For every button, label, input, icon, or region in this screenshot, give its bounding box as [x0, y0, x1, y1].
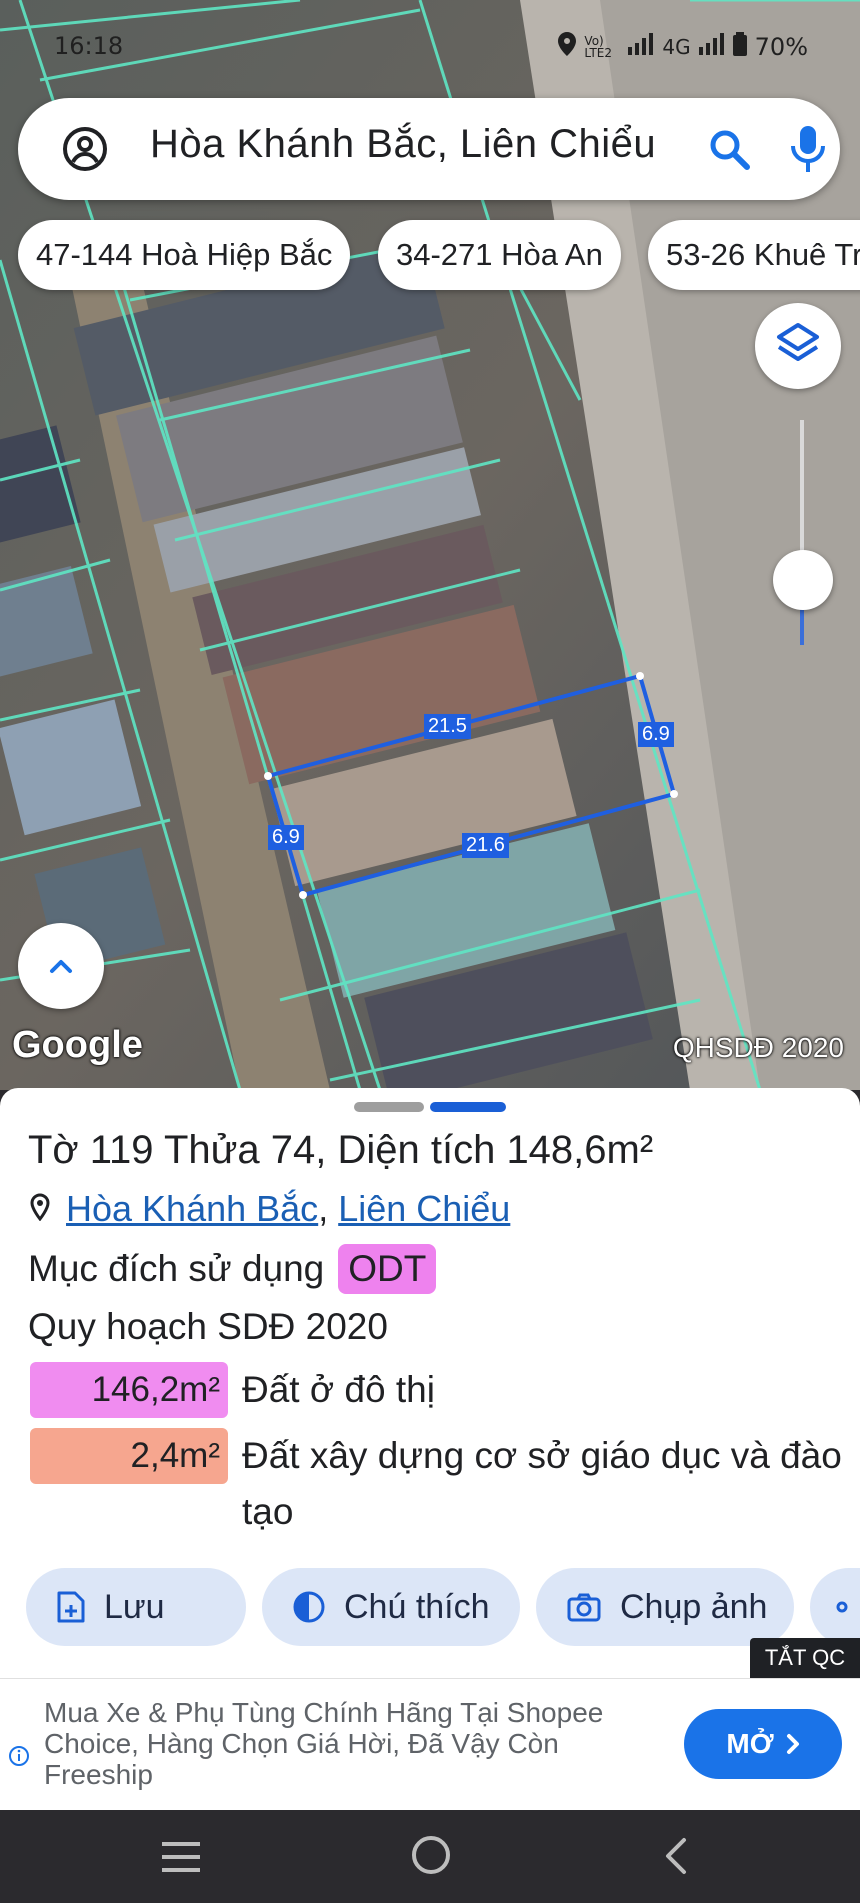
legend-button[interactable]: Chú thích: [262, 1568, 520, 1646]
signal-icon-2: [698, 33, 725, 61]
purpose-badge: ODT: [338, 1244, 437, 1294]
map-attribution: QHSDĐ 2020: [672, 1032, 844, 1063]
legend-label: Chú thích: [344, 1587, 490, 1626]
microphone-icon[interactable]: [788, 124, 828, 174]
account-icon[interactable]: [62, 126, 108, 172]
ad-banner[interactable]: Mua Xe & Phụ Tùng Chính Hãng Tại Shopee …: [0, 1678, 860, 1811]
info-icon[interactable]: [8, 1745, 30, 1767]
expand-button[interactable]: [18, 923, 104, 1009]
area-badge-1: 146,2m²: [30, 1362, 228, 1418]
capture-label: Chụp ảnh: [620, 1587, 768, 1626]
chevron-up-icon: [50, 960, 72, 973]
save-button[interactable]: Lưu: [26, 1568, 246, 1646]
dimension-label-left: 6.9: [268, 825, 304, 850]
capture-button[interactable]: Chụp ảnh: [536, 1568, 794, 1646]
area-badge-2: 2,4m²: [30, 1428, 228, 1484]
signal-icon: [628, 33, 654, 61]
ward-link[interactable]: Hòa Khánh Bắc: [66, 1188, 318, 1230]
location-icon: [558, 32, 577, 62]
status-bar: 16:18 Vo) LTE2 4G 70%: [0, 0, 860, 90]
area-desc-2: Đất xây dựng cơ sở giáo dục và đào tạo: [242, 1435, 842, 1532]
sheet-handle-inactive[interactable]: [354, 1102, 424, 1112]
more-actions-button[interactable]: [810, 1568, 860, 1646]
parcel-location: Hòa Khánh Bắc , Liên Chiểu: [30, 1188, 510, 1230]
location-separator: ,: [318, 1188, 329, 1229]
sheet-handle-active[interactable]: [430, 1102, 506, 1112]
search-query[interactable]: Hòa Khánh Bắc, Liên Chiểu: [150, 122, 656, 167]
recents-icon[interactable]: [160, 1840, 202, 1879]
ad-close-button[interactable]: TẮT QC: [750, 1638, 860, 1678]
pin-icon: [30, 1188, 50, 1230]
chevron-right-icon: [786, 1734, 799, 1754]
system-nav-bar: [0, 1810, 860, 1903]
google-logo: Google: [12, 1024, 143, 1066]
add-file-icon: [57, 1591, 85, 1623]
area-desc-1: Đất ở đô thị: [242, 1369, 435, 1410]
suggestion-chip-2[interactable]: 34-271 Hòa An: [378, 220, 621, 290]
home-icon[interactable]: [410, 1834, 452, 1881]
action-row: Lưu Chú thích Chụp ảnh: [0, 1568, 860, 1648]
camera-icon: [567, 1593, 601, 1622]
contrast-icon: [293, 1591, 325, 1623]
suggestion-chip-3[interactable]: 53-26 Khuê Tr: [648, 220, 860, 290]
status-time: 16:18: [54, 32, 124, 60]
ad-open-button[interactable]: MỞ: [684, 1709, 842, 1779]
save-label: Lưu: [104, 1587, 165, 1626]
back-icon[interactable]: [660, 1836, 690, 1881]
search-icon[interactable]: [708, 128, 750, 170]
network-label-2: 4G: [662, 35, 691, 59]
ad-text[interactable]: Mua Xe & Phụ Tùng Chính Hãng Tại Shopee …: [44, 1697, 654, 1790]
dimension-label-right: 6.9: [638, 722, 674, 747]
suggestion-chip-1[interactable]: 47-144 Hoà Hiệp Bắc: [18, 220, 351, 290]
purpose-row: Mục đích sử dụng ODT: [28, 1244, 437, 1294]
plan-label: Quy hoạch SDĐ 2020: [28, 1306, 388, 1347]
purpose-label: Mục đích sử dụng: [28, 1248, 325, 1289]
share-icon: [836, 1601, 848, 1613]
parcel-title: Tờ 119 Thửa 74, Diện tích 148,6m²: [28, 1128, 654, 1172]
opacity-slider-thumb[interactable]: [773, 550, 833, 610]
battery-level: 70%: [754, 33, 808, 61]
ad-open-label: MỞ: [726, 1728, 774, 1759]
opacity-slider-track[interactable]: [800, 420, 804, 645]
district-link[interactable]: Liên Chiểu: [338, 1188, 510, 1230]
dimension-label-top: 21.5: [424, 714, 471, 739]
battery-icon: [732, 32, 747, 62]
layers-icon: [777, 323, 819, 361]
search-bar[interactable]: Hòa Khánh Bắc, Liên Chiểu: [18, 98, 840, 200]
network-label-1: Vo) LTE2: [584, 34, 613, 60]
layers-button[interactable]: [755, 303, 841, 389]
dimension-label-bottom: 21.6: [462, 833, 509, 858]
